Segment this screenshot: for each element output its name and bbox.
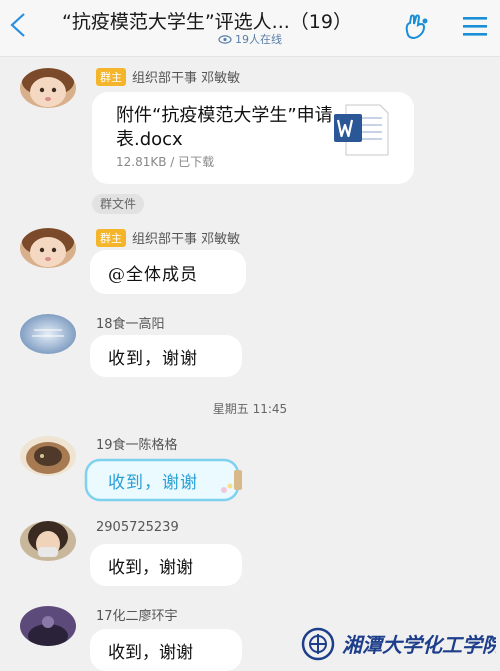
avatar[interactable] [20,521,76,561]
sender-name: 群主 组织部干事 邓敏敏 [96,228,240,247]
jar-avatar-image [20,436,76,476]
chat-header: “抗疫模范大学生”评选人...（19） 19人在线 [0,0,500,57]
file-message-card[interactable]: 附件“抗疫模范大学生”申请表.docx 12.81KB / 已下载 [92,92,414,184]
message-bubble[interactable]: 收到，谢谢 [90,335,242,377]
avatar[interactable] [20,436,76,476]
dark-avatar-image [20,606,76,646]
message-bubble[interactable]: 收到，谢谢 [90,544,242,586]
hamburger-menu-icon[interactable] [462,15,488,37]
owner-badge: 群主 [96,68,126,86]
group-title[interactable]: “抗疫模范大学生”评选人...（19） [62,7,392,34]
avatar[interactable] [20,228,76,268]
university-seal-icon: 湘潭大学化工学院 [301,627,500,661]
file-meta: 12.81KB / 已下载 [116,155,215,169]
girl-avatar-image [20,521,76,561]
hand-gesture-icon[interactable] [402,13,432,41]
sender-name: 18食一高阳 [96,317,165,332]
sender-name: 2905725239 [96,520,179,535]
university-watermark: 湘潭大学化工学院 [300,624,500,664]
svg-text:湘潭大学化工学院: 湘潭大学化工学院 [342,633,496,657]
message-bubble[interactable]: 收到，谢谢 [108,468,198,493]
sender-label: 组织部干事 邓敏敏 [132,71,241,86]
avatar[interactable] [20,68,76,108]
sender-name: 17化二廖环宇 [96,609,178,624]
file-name: 附件“抗疫模范大学生”申请表.docx [116,105,333,150]
sender-name: 19食一陈格格 [96,438,178,453]
sender-name: 群主 组织部干事 邓敏敏 [96,67,240,86]
avatar[interactable] [20,606,76,646]
eye-icon [218,35,232,44]
sky-avatar-image [20,314,76,354]
group-file-tag[interactable]: 群文件 [92,194,145,214]
word-document-icon [334,104,389,156]
message-bubble[interactable]: @全体成员 [90,250,246,294]
avatar[interactable] [20,314,76,354]
owner-badge: 群主 [96,229,126,247]
child-avatar-image [20,68,76,108]
sender-label: 组织部干事 邓敏敏 [132,232,241,247]
online-text: 19人在线 [235,33,282,46]
message-bubble[interactable]: 收到，谢谢 [90,629,242,671]
child-avatar-image [20,228,76,268]
timestamp: 星期五 11:45 [212,402,288,416]
